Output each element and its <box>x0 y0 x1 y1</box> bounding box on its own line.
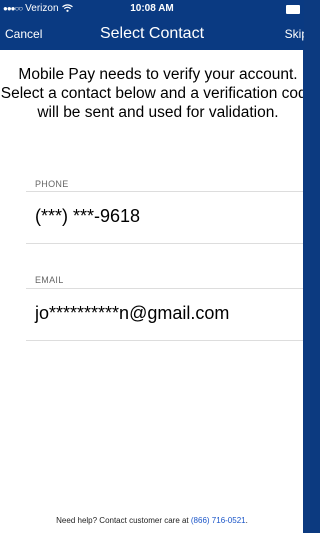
divider <box>26 340 303 341</box>
email-contact-option[interactable]: jo**********n@gmail.com <box>35 303 229 324</box>
help-text: Need help? Contact customer care at <box>56 516 191 525</box>
navigation-bar: Cancel Select Contact Skip <box>0 18 304 50</box>
phone-section-label: PHONE <box>35 179 69 189</box>
customer-care-phone-link[interactable]: (866) 716-0521 <box>191 516 246 525</box>
skip-button[interactable]: Skip <box>285 27 304 41</box>
intro-text: Mobile Pay needs to verify your account.… <box>0 66 303 121</box>
status-bar: ●●●○○ Verizon 10:08 AM <box>0 0 304 18</box>
divider <box>26 288 303 289</box>
content-panel: Mobile Pay needs to verify your account.… <box>0 50 303 533</box>
divider <box>26 243 303 244</box>
divider <box>26 191 303 192</box>
help-footer: Need help? Contact customer care at (866… <box>0 516 303 525</box>
battery-icon <box>286 5 300 14</box>
page-title: Select Contact <box>99 25 205 42</box>
email-section-label: EMAIL <box>35 275 64 285</box>
phone-contact-option[interactable]: (***) ***-9618 <box>35 206 140 227</box>
mobile-screen: ●●●○○ Verizon 10:08 AM Cancel Select Con… <box>0 0 304 533</box>
status-time: 10:08 AM <box>130 3 174 14</box>
help-suffix: . <box>245 516 248 525</box>
